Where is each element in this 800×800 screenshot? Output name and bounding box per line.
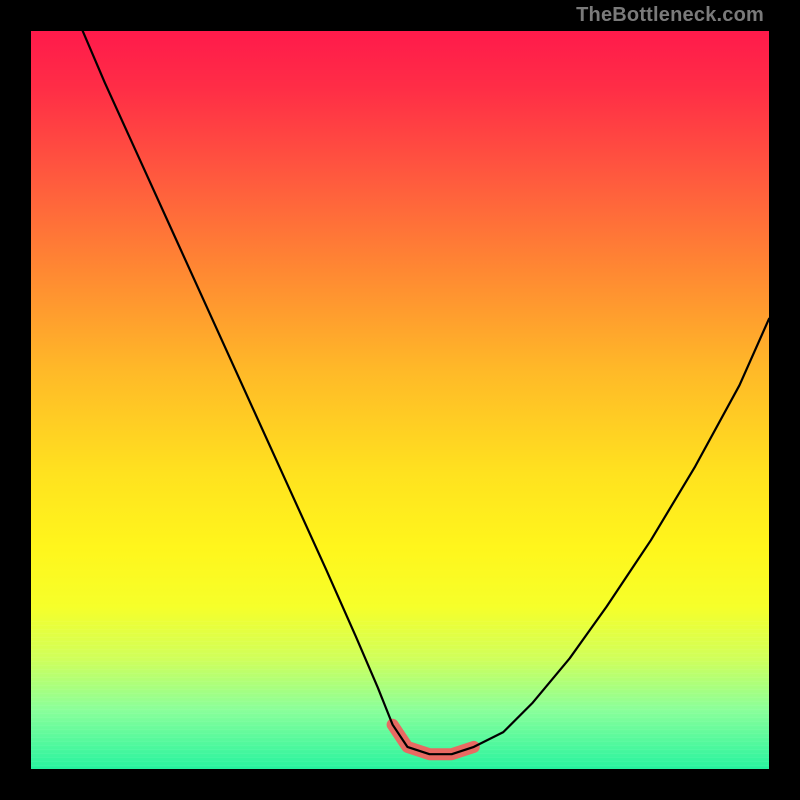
chart-overlay-svg (31, 31, 769, 769)
watermark-text: TheBottleneck.com (576, 4, 764, 27)
chart-plot-area (31, 31, 769, 769)
